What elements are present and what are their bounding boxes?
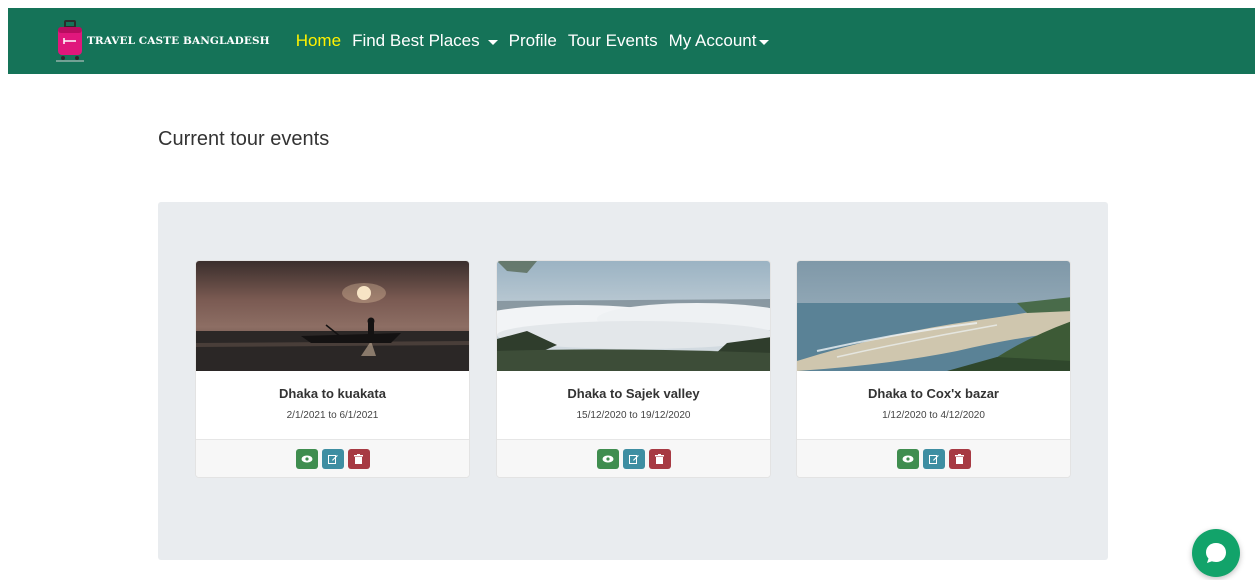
view-button[interactable] xyxy=(896,448,919,469)
event-dates: 1/12/2020 to 4/12/2020 xyxy=(882,410,985,421)
edit-icon xyxy=(327,454,338,464)
event-actions xyxy=(196,439,469,477)
event-dates: 2/1/2021 to 6/1/2021 xyxy=(286,410,379,421)
view-button[interactable] xyxy=(596,448,619,469)
top-navbar: TRAVEL CASTE BANGLADESH Home Find Best P… xyxy=(8,8,1255,74)
eye-icon xyxy=(301,455,312,462)
eye-icon xyxy=(602,455,613,462)
brand[interactable]: TRAVEL CASTE BANGLADESH xyxy=(56,19,270,63)
edit-button[interactable] xyxy=(321,448,344,469)
event-card: Dhaka to Sajek valley 15/12/2020 to 19/1… xyxy=(496,260,771,478)
cloud-valley-photo xyxy=(497,261,770,371)
trash-icon xyxy=(955,453,964,464)
event-title: Dhaka to kuakata xyxy=(279,386,386,401)
event-actions xyxy=(497,439,770,477)
sunset-boat-photo xyxy=(196,261,469,371)
event-title: Dhaka to Sajek valley xyxy=(567,386,700,401)
suitcase-logo xyxy=(56,19,84,63)
delete-button[interactable] xyxy=(948,448,971,469)
chat-icon xyxy=(1206,543,1226,563)
nav-home[interactable]: Home xyxy=(296,31,341,51)
delete-button[interactable] xyxy=(347,448,370,469)
nav-my-account[interactable]: My Account xyxy=(669,31,770,51)
nav-my-account-label: My Account xyxy=(668,31,757,50)
event-title: Dhaka to Cox'x bazar xyxy=(868,386,999,401)
nav-profile[interactable]: Profile xyxy=(509,31,557,51)
nav-tour-events[interactable]: Tour Events xyxy=(568,31,658,51)
nav-find-best-places[interactable]: Find Best Places xyxy=(352,31,498,51)
event-card: Dhaka to Cox'x bazar 1/12/2020 to 4/12/2… xyxy=(796,260,1071,478)
event-actions xyxy=(797,439,1070,477)
event-card: Dhaka to kuakata 2/1/2021 to 6/1/2021 xyxy=(195,260,470,478)
eye-icon xyxy=(902,455,913,462)
edit-icon xyxy=(928,454,939,464)
event-dates: 15/12/2020 to 19/12/2020 xyxy=(576,410,691,421)
trash-icon xyxy=(655,453,664,464)
chevron-down-icon xyxy=(487,39,498,45)
events-panel: Dhaka to kuakata 2/1/2021 to 6/1/2021 Dh… xyxy=(158,202,1108,560)
edit-icon xyxy=(628,454,639,464)
delete-button[interactable] xyxy=(648,448,671,469)
chevron-down-icon xyxy=(759,39,770,45)
chat-button[interactable] xyxy=(1192,529,1240,577)
trash-icon xyxy=(354,453,363,464)
beach-coast-photo xyxy=(797,261,1070,371)
nav-links: Home Find Best Places Profile Tour Event… xyxy=(296,31,781,51)
page-title: Current tour events xyxy=(158,128,330,150)
nav-find-best-places-label: Find Best Places xyxy=(352,31,480,50)
edit-button[interactable] xyxy=(922,448,945,469)
brand-name: TRAVEL CASTE BANGLADESH xyxy=(87,35,270,47)
edit-button[interactable] xyxy=(622,448,645,469)
view-button[interactable] xyxy=(295,448,318,469)
